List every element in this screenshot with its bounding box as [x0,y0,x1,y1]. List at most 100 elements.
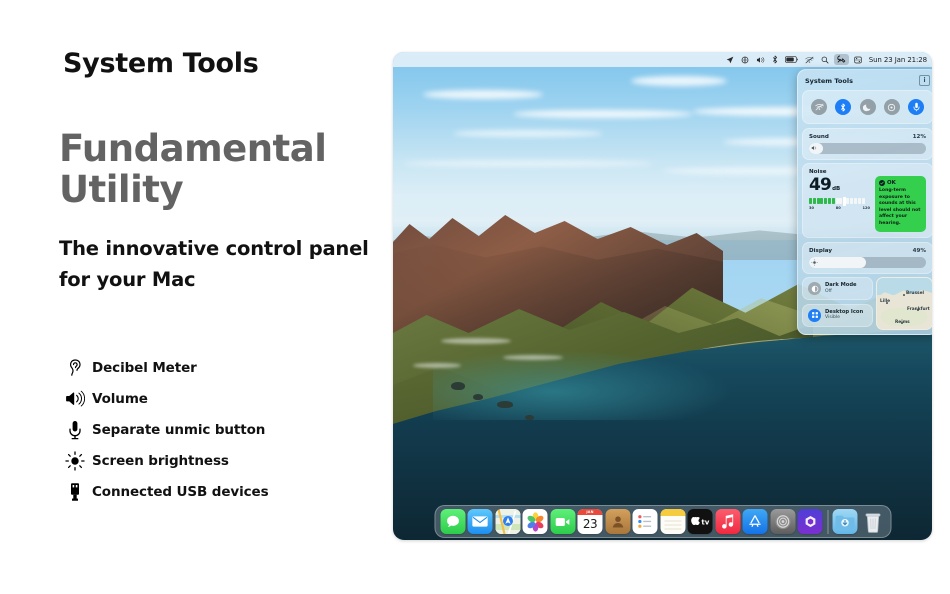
noise-meter-segment [820,198,824,204]
search-icon[interactable] [821,56,829,64]
panel-bottom-row: Dark Mode Off Desktop Icon Visible Bruss… [802,277,932,331]
noise-status-badge: OK Long-term exposure to sounds at this … [875,176,926,233]
noise-meter-segment [857,198,861,204]
feature-label: Separate unmic button [92,421,266,438]
brightness-sun-icon [58,450,92,471]
wifi-icon[interactable] [805,56,814,64]
sound-value: 12% [912,133,926,140]
dock-item-apple-tv[interactable]: tv [687,509,713,534]
map-label-reims: Reims [895,320,910,326]
noise-status-title: OK [887,180,896,186]
dock: JAN 23 tv [434,505,891,538]
dock-item-downloads[interactable] [832,509,858,534]
noise-meter-segment [853,198,857,204]
menu-bar: Sun 23 Jan 21:28 [393,52,932,67]
dock-item-music[interactable] [715,509,740,534]
location-arrow-icon[interactable] [726,56,734,64]
usb-icon [58,482,92,502]
bluetooth-icon[interactable] [772,55,778,64]
noise-meter-segment [827,198,831,204]
half-circle-icon [808,282,821,296]
dock-item-app-store[interactable] [742,509,768,534]
display-icon[interactable] [741,56,749,64]
feature-label: Connected USB devices [92,483,269,500]
noise-scale-mid: 80 [835,206,841,210]
sound-slider[interactable] [809,142,926,154]
marketing-panel: System Tools Fundamental Utility The inn… [0,0,393,594]
wifi-toggle[interactable] [811,99,827,115]
menu-bar-clock[interactable]: Sun 23 Jan 21:28 [869,56,927,64]
map-label-frankfurt: Frankfurt [907,307,930,313]
page-subtitle: The innovative control panel for your Ma… [59,237,369,291]
noise-status-body: Long-term exposure to sounds at this lev… [879,188,921,226]
display-card: Display 49% [802,241,932,274]
desktop-icon-subtitle: Visible [825,315,841,321]
ear-icon [58,358,92,377]
noise-meter-segment [835,198,839,204]
dock-item-trash[interactable] [860,509,885,534]
dock-item-reminders[interactable] [632,509,658,534]
calendar-month: JAN [577,509,603,515]
feature-label: Screen brightness [92,452,229,469]
microphone-icon [58,420,92,440]
dark-mode-subtitle: Off [825,288,832,294]
noise-meter-segment [850,198,854,204]
feature-item-screen-brightness: Screen brightness [58,445,388,476]
volume-icon[interactable] [756,56,765,64]
dock-item-maps[interactable] [495,509,520,534]
noise-scale-min: 30 [809,206,815,210]
feature-item-unmic-button: Separate unmic button [58,414,388,445]
map-widget[interactable]: Brussel Frankfurt Lille Reims [876,277,932,331]
feature-label: Volume [92,390,148,407]
battery-icon[interactable] [784,56,798,63]
dock-item-contacts[interactable] [605,509,630,534]
noise-meter-segment [839,198,843,204]
noise-meter-segment [861,198,865,204]
app-name-kicker: System Tools [63,48,259,79]
feature-item-volume: Volume [58,383,388,414]
noise-meter-segment [816,198,820,204]
page-title: Fundamental Utility [59,127,327,212]
macos-desktop-screenshot: Sun 23 Jan 21:28 System Tools i Sound 12… [393,52,932,540]
noise-card: Noise 49 dB 30 80 120 OK Long-term expos… [802,163,932,239]
speaker-waves-icon [58,390,92,407]
system-tools-icon[interactable] [833,54,849,65]
do-not-disturb-toggle[interactable] [859,99,876,115]
display-label: Display [809,247,833,254]
noise-meter: 49 dB 30 80 120 [809,176,871,232]
dock-item-messages[interactable] [440,509,465,534]
dock-item-calendar[interactable]: JAN 23 [577,509,603,534]
noise-meter-segment [831,198,835,204]
dark-mode-tile[interactable]: Dark Mode Off [802,277,873,301]
microphone-toggle[interactable] [908,99,924,115]
info-button[interactable]: i [919,75,930,86]
display-slider[interactable] [809,256,926,268]
dock-item-notes[interactable] [660,509,685,534]
noise-decibel-value: 49 [809,175,832,195]
desktop-icon-tile[interactable]: Desktop Icon Visible [802,303,873,327]
quick-toggles-row [809,96,926,118]
calendar-day: 23 [582,517,598,531]
control-center-icon[interactable] [854,56,862,64]
dock-item-shortcuts[interactable] [797,509,823,534]
noise-level-bar [809,196,871,206]
noise-meter-segment [846,198,850,204]
bluetooth-toggle[interactable] [835,99,852,115]
dock-item-photos[interactable] [522,509,548,534]
noise-meter-segment [843,196,846,206]
svg-text:tv: tv [701,518,709,527]
dock-item-system-settings[interactable] [770,509,795,534]
dock-item-facetime[interactable] [550,509,575,534]
grid-icon [808,308,821,322]
quick-toggles-card [802,90,932,124]
feature-item-usb-devices: Connected USB devices [58,476,388,507]
noise-meter-segment [824,198,828,204]
panel-header: System Tools i [802,74,932,90]
sound-label: Sound [809,133,829,140]
checkmark-icon [879,180,885,186]
noise-decibel-unit: dB [832,186,841,192]
map-label-lille: Lille [880,299,891,305]
airdrop-toggle[interactable] [883,99,900,115]
dock-separator [827,510,828,534]
dock-item-mail[interactable] [467,509,493,534]
